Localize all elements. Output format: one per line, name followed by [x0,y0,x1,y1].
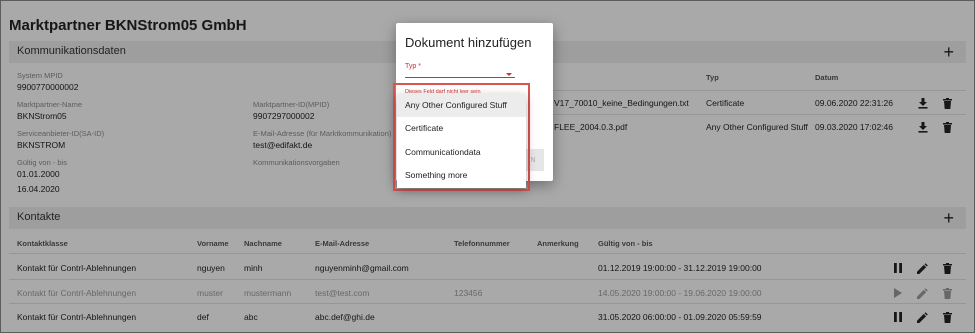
menu-item-something-more[interactable]: Something more [397,164,526,187]
chevron-down-icon[interactable] [506,73,512,76]
menu-item-certificate[interactable]: Certificate [397,117,526,140]
typ-dropdown-menu: Any Other Configured Stuff Certificate C… [397,94,526,188]
typ-label: Typ * [405,63,421,70]
dialog-title: Dokument hinzufügen [405,35,532,50]
typ-select[interactable] [405,77,515,78]
menu-item-communicationdata[interactable]: Communicationdata [397,141,526,164]
menu-item-any-other-configured-stuff[interactable]: Any Other Configured Stuff [397,94,526,117]
